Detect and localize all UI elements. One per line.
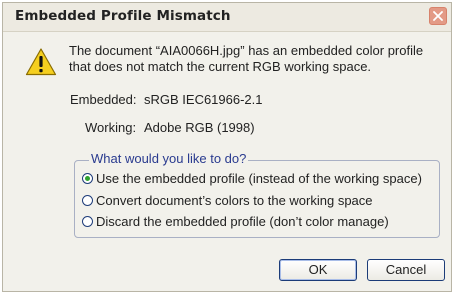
embedded-label: Embedded:	[70, 92, 137, 107]
dialog-title: Embedded Profile Mismatch	[15, 8, 231, 24]
option-discard-label: Discard the embedded profile (don’t colo…	[96, 214, 389, 229]
option-discard-radio[interactable]	[82, 216, 93, 227]
working-label: Working:	[85, 120, 137, 135]
close-icon	[433, 11, 443, 21]
option-use-embedded-label: Use the embedded profile (instead of the…	[96, 171, 422, 186]
profile-mismatch-dialog: Embedded Profile Mismatch The document “…	[2, 2, 452, 292]
option-convert-radio[interactable]	[82, 195, 93, 206]
warning-icon	[25, 48, 57, 76]
working-value: Adobe RGB (1998)	[144, 120, 255, 135]
title-bar[interactable]: Embedded Profile Mismatch	[3, 3, 451, 32]
options-group-legend: What would you like to do?	[89, 151, 249, 166]
message-text: The document “AIA0066H.jpg” has an embed…	[69, 43, 424, 74]
close-button[interactable]	[429, 7, 447, 25]
ok-button[interactable]: OK	[279, 259, 357, 281]
option-convert-label: Convert document’s colors to the working…	[96, 193, 373, 208]
cancel-button[interactable]: Cancel	[367, 259, 445, 281]
embedded-value: sRGB IEC61966-2.1	[144, 92, 263, 107]
option-use-embedded-radio[interactable]	[82, 173, 93, 184]
